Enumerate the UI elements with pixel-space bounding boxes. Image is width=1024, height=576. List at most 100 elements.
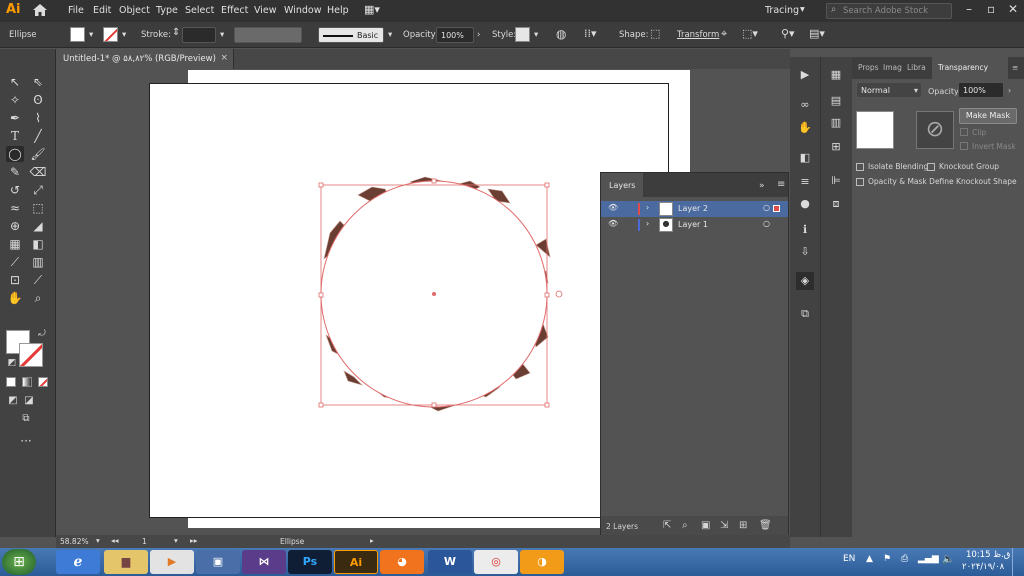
printer-icon[interactable]: ⎙ (901, 554, 908, 564)
transform-icon[interactable]: ⌖ (721, 27, 727, 41)
menu-select[interactable]: Select (185, 5, 214, 16)
eyedropper-tool-icon[interactable]: ⟋ (6, 254, 24, 270)
tab-image-trace[interactable]: Imag (883, 63, 902, 72)
chevron-down-icon[interactable]: ▾ (122, 30, 126, 40)
chevron-right-icon[interactable]: › (1008, 86, 1011, 95)
last-artboard-icon[interactable]: ▸▸ (190, 536, 198, 545)
close-tab-icon[interactable]: × (220, 53, 228, 63)
scale-tool-icon[interactable]: ⤢ (29, 182, 47, 198)
file-explorer-icon[interactable]: ▆ (104, 550, 148, 574)
magic-wand-tool-icon[interactable]: ✧ (6, 92, 24, 108)
menu-file[interactable]: File (68, 5, 84, 16)
network-icon[interactable]: ▂▄▆ (918, 554, 939, 564)
new-layer-icon[interactable]: ⊞ (739, 520, 747, 531)
zoom-level[interactable]: 58.82% (60, 537, 89, 546)
ellipse-artwork[interactable] (310, 175, 570, 415)
shape-properties-icon[interactable]: ⬚ (650, 27, 660, 40)
desktop-app-icon[interactable]: ▣ (196, 550, 240, 574)
stroke-weight-field[interactable] (182, 27, 216, 43)
none-mode-icon[interactable] (38, 377, 48, 387)
free-transform-tool-icon[interactable]: ⬚ (29, 200, 47, 216)
chevron-down-icon[interactable]: ▾ (534, 30, 538, 40)
opacity-field[interactable]: 100% (958, 82, 1004, 98)
color-icon[interactable]: ▤ (829, 94, 843, 108)
direct-selection-tool-icon[interactable]: ⇖ (29, 74, 47, 90)
firefox-icon[interactable]: ◕ (380, 550, 424, 574)
menu-type[interactable]: Type (156, 5, 178, 16)
brush-definition[interactable]: Basic (318, 27, 384, 43)
clipping-mask-icon[interactable]: ▣ (701, 520, 710, 531)
trash-icon[interactable]: 🗑 (759, 520, 772, 531)
word-icon[interactable]: W (428, 550, 472, 574)
stroke-swatch[interactable] (103, 27, 118, 42)
tab-libraries[interactable]: Libra (907, 63, 926, 72)
arrange-documents-icon[interactable]: ▦▾ (364, 3, 380, 16)
screen-mode-icon[interactable]: ⧉ (17, 411, 35, 427)
illustrator-icon[interactable]: Ai (334, 550, 378, 574)
rotate-tool-icon[interactable]: ↺ (6, 182, 24, 198)
expand-chevron-icon[interactable]: › (646, 219, 649, 228)
links-icon[interactable]: ∞ (798, 98, 812, 112)
hand-tool-icon[interactable]: ✋ (6, 290, 24, 306)
shaper-tool-icon[interactable]: ✎ (6, 164, 24, 180)
stroke-color-box[interactable] (19, 343, 43, 367)
menu-effect[interactable]: Effect (221, 5, 248, 16)
first-artboard-icon[interactable]: ◂◂ (111, 536, 119, 545)
transform-link[interactable]: Transform (677, 30, 719, 40)
eraser-tool-icon[interactable]: ⌫ (29, 164, 47, 180)
blend-mode-select[interactable]: Normal (856, 82, 922, 98)
layer-name[interactable]: Layer 2 (678, 204, 708, 213)
visual-studio-icon[interactable]: ⋈ (242, 550, 286, 574)
panel-menu-icon[interactable]: ≡ (1012, 63, 1018, 72)
width-tool-icon[interactable]: ≈ (6, 200, 24, 216)
draw-behind-icon[interactable]: ◪ (20, 393, 38, 409)
knockout-group-checkbox[interactable] (927, 163, 935, 171)
tab-transparency[interactable]: Transparency (938, 63, 988, 72)
export-icon[interactable]: ⇩ (798, 245, 812, 259)
shape-label[interactable]: Shape: (619, 30, 648, 40)
gradient-mode-icon[interactable] (22, 377, 32, 387)
line-tool-icon[interactable]: ╱ (29, 128, 47, 144)
define-knockout-checkbox[interactable] (856, 178, 864, 186)
target-circle-icon[interactable]: ○ (763, 219, 770, 228)
expand-chevron-icon[interactable]: › (646, 203, 649, 212)
chevron-right-icon[interactable]: › (477, 30, 480, 40)
tab-properties[interactable]: Props (858, 63, 879, 72)
variable-width-profile[interactable] (234, 27, 302, 43)
tab-layers[interactable]: Layers (601, 173, 643, 197)
artboard-number[interactable]: 1 (142, 537, 147, 546)
volume-icon[interactable]: 🔈 (942, 554, 954, 565)
gradient-panel-icon[interactable]: ◧ (798, 151, 812, 165)
graph-tool-icon[interactable]: ▥ (29, 254, 47, 270)
locate-object-icon[interactable]: ⌕ (682, 520, 688, 531)
menu-view[interactable]: View (254, 5, 277, 16)
document-tab[interactable]: Untitled-1* @ ۵۸,۸۲% (RGB/Preview) × (56, 49, 234, 69)
chevron-down-icon[interactable]: ▾ (96, 536, 100, 545)
align-panel-icon[interactable]: ⊫ (829, 174, 843, 188)
other-app-icon[interactable]: ◑ (520, 550, 564, 574)
start-button[interactable]: ⊞ (2, 549, 36, 575)
tray-arrow-icon[interactable]: ▲ (866, 554, 873, 564)
close-button[interactable]: ✕ (1008, 2, 1018, 16)
ellipse-tool-icon[interactable]: ◯ (6, 146, 24, 162)
color-mode-icon[interactable] (6, 377, 16, 387)
graphic-style-swatch[interactable] (515, 27, 530, 42)
default-colors-icon[interactable]: ◩ (3, 355, 21, 371)
home-icon[interactable] (32, 3, 48, 17)
menu-help[interactable]: Help (327, 5, 349, 16)
clock-time[interactable]: 10:15 ق.ظ (966, 550, 1010, 560)
fill-swatch[interactable] (70, 27, 85, 42)
artboards-icon[interactable]: ⧉ (798, 307, 812, 321)
swap-colors-icon[interactable]: ⤾ (33, 326, 51, 342)
visibility-eye-icon[interactable]: 👁 (608, 203, 618, 212)
layer-row-layer-2[interactable]: 👁 › Layer 2 ○ (601, 201, 788, 217)
maximize-button[interactable]: ▫ (987, 2, 995, 16)
align-icon[interactable]: ⁞⁞▾ (584, 27, 597, 40)
info-icon[interactable]: ℹ (798, 223, 812, 237)
chevron-down-icon[interactable]: ▾ (800, 4, 805, 15)
isolate-blending-checkbox[interactable] (856, 163, 864, 171)
chrome-icon[interactable]: ◎ (474, 550, 518, 574)
symbols-icon[interactable]: ⊞ (829, 140, 843, 154)
clock-date[interactable]: ۲۰۲۴/۱۹/۰۸ (962, 562, 1004, 572)
edit-toolbar-icon[interactable]: ··· (17, 433, 35, 449)
